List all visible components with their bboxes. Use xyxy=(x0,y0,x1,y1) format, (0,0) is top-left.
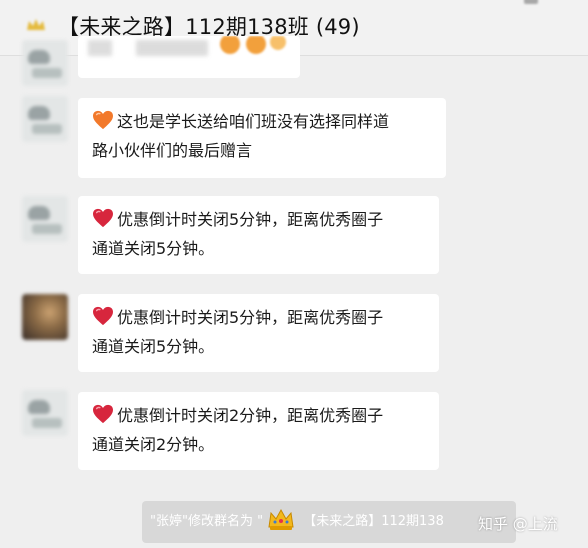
message-text: 优惠倒计时关闭5分钟，距离优秀圈子 xyxy=(117,210,384,229)
red-heart-icon xyxy=(93,404,113,424)
avatar[interactable] xyxy=(22,96,68,142)
message-line: 优惠倒计时关闭2分钟，距离优秀圈子 xyxy=(92,401,425,430)
watermark: 知乎 @上流 xyxy=(478,515,558,533)
orange-heart-icon xyxy=(93,110,113,130)
system-notice: "张婷"修改群名为 " 【未来之路】112期138 xyxy=(142,501,516,543)
message-text: 路小伙伴们的最后赠言 xyxy=(92,141,253,160)
message-text: 这也是学长送给咱们班没有选择同样道 xyxy=(117,112,390,131)
message-bubble[interactable]: 优惠倒计时关闭5分钟，距离优秀圈子 通道关闭5分钟。 xyxy=(78,294,439,372)
message-text: 通道关闭2分钟。 xyxy=(92,435,215,454)
red-heart-icon xyxy=(93,208,113,228)
avatar[interactable] xyxy=(22,196,68,242)
avatar[interactable] xyxy=(22,390,68,436)
notice-prefix: "张婷"修改群名为 " xyxy=(150,514,264,529)
partial-text xyxy=(88,40,208,56)
message-line: 优惠倒计时关闭5分钟，距离优秀圈子 xyxy=(92,205,425,234)
message-line: 优惠倒计时关闭5分钟，距离优秀圈子 xyxy=(92,303,425,332)
message-bubble[interactable]: 优惠倒计时关闭5分钟，距离优秀圈子 通道关闭5分钟。 xyxy=(78,196,439,274)
avatar[interactable] xyxy=(22,294,68,340)
message-text: 优惠倒计时关闭5分钟，距离优秀圈子 xyxy=(117,308,384,327)
emoji-icon xyxy=(220,36,286,54)
crown-icon xyxy=(27,19,45,30)
message-bubble[interactable] xyxy=(78,36,300,78)
red-heart-icon xyxy=(93,306,113,326)
notice-suffix: 【未来之路】112期138 xyxy=(299,514,444,529)
more-icon[interactable] xyxy=(524,0,538,4)
message-text: 优惠倒计时关闭2分钟，距离优秀圈子 xyxy=(117,406,384,425)
message-bubble[interactable]: 优惠倒计时关闭2分钟，距离优秀圈子 通道关闭2分钟。 xyxy=(78,392,439,470)
avatar[interactable] xyxy=(22,40,68,86)
message-line: 这也是学长送给咱们班没有选择同样道 xyxy=(92,107,432,136)
message-text: 通道关闭5分钟。 xyxy=(92,337,215,356)
message-text: 通道关闭5分钟。 xyxy=(92,239,215,258)
crown-icon xyxy=(268,508,294,530)
message-bubble[interactable]: 这也是学长送给咱们班没有选择同样道 路小伙伴们的最后赠言 xyxy=(78,98,446,178)
